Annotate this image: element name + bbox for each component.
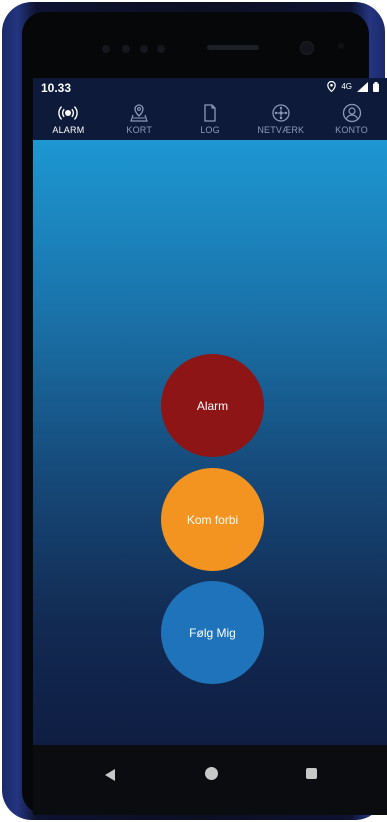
screen: 10.33 4G ALARM KORT LOG NETVÆRK KONTO Al…: [33, 78, 387, 815]
account-icon: [342, 103, 361, 123]
map-pin-icon: [130, 104, 149, 122]
alarm-button[interactable]: Alarm: [161, 354, 264, 457]
front-camera: [300, 41, 314, 55]
battery-icon: [373, 81, 379, 92]
earpiece-speaker: [207, 45, 259, 50]
tab-netvaerk[interactable]: NETVÆRK: [245, 98, 316, 140]
signal-icon: [357, 81, 368, 92]
folg-mig-button[interactable]: Følg Mig: [161, 581, 264, 684]
tab-label: ALARM: [52, 125, 85, 135]
document-icon: [204, 104, 216, 122]
back-icon[interactable]: [105, 769, 115, 781]
sensor-array: [102, 42, 182, 56]
network-icon: [272, 104, 290, 122]
main-content: Alarm Kom forbi Følg Mig: [33, 140, 387, 745]
status-icons: 4G: [327, 81, 379, 92]
alarm-broadcast-icon: [58, 106, 79, 120]
status-bar: 10.33 4G: [33, 78, 387, 98]
tab-label: NETVÆRK: [257, 125, 305, 135]
tab-log[interactable]: LOG: [175, 98, 246, 140]
network-type: 4G: [341, 82, 352, 91]
tab-label: LOG: [200, 125, 220, 135]
tab-label: KORT: [126, 125, 153, 135]
tab-kort[interactable]: KORT: [104, 98, 175, 140]
status-time: 10.33: [41, 81, 72, 95]
folg-mig-button-label: Følg Mig: [189, 625, 236, 640]
system-navigation-bar: [33, 745, 387, 815]
location-pin-icon: [327, 81, 337, 92]
tab-bar: ALARM KORT LOG NETVÆRK KONTO: [33, 98, 387, 140]
alarm-button-label: Alarm: [196, 398, 229, 413]
proximity-sensor: [338, 43, 344, 49]
tab-label: KONTO: [335, 125, 368, 135]
tab-konto[interactable]: KONTO: [316, 98, 387, 140]
tab-alarm[interactable]: ALARM: [33, 98, 104, 140]
kom-forbi-button[interactable]: Kom forbi: [161, 468, 264, 571]
kom-forbi-button-label: Kom forbi: [186, 512, 239, 527]
home-icon[interactable]: [205, 767, 218, 780]
recent-apps-icon[interactable]: [306, 768, 317, 779]
